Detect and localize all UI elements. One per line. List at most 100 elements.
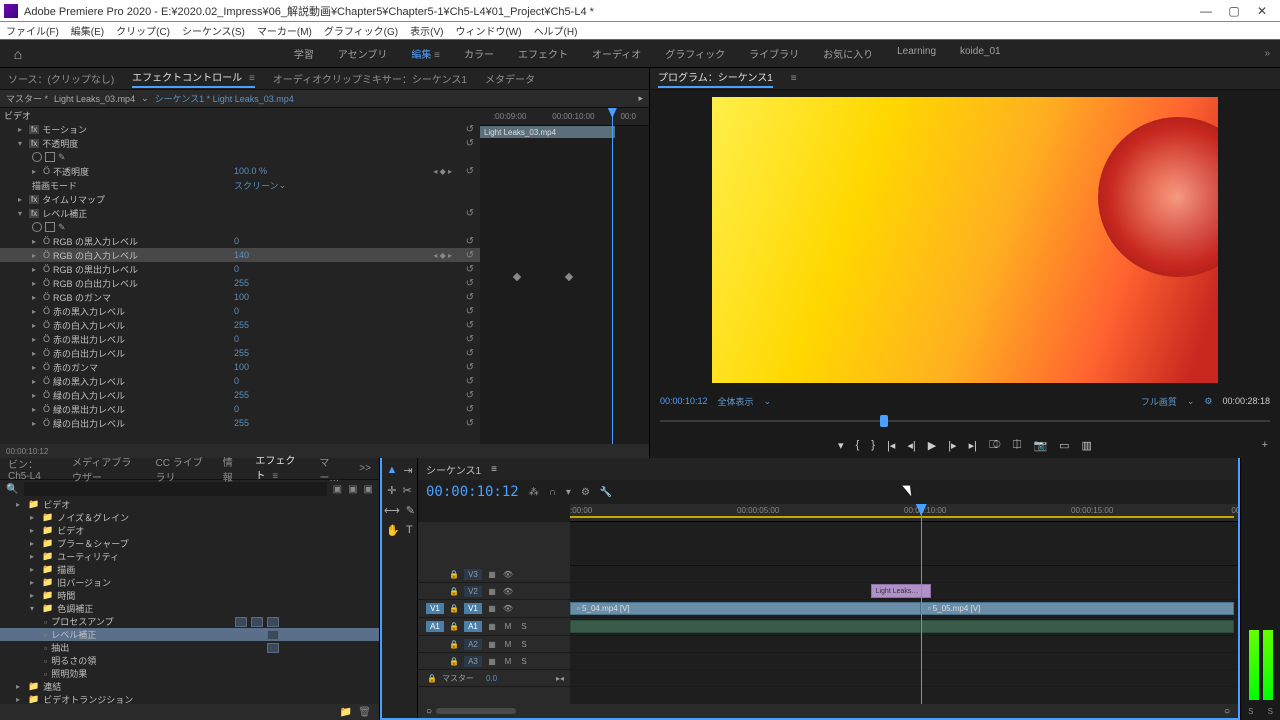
source-panel-tabs[interactable]: ソース：(クリップなし) エフェクトコントロール ≡ オーディオクリップミキサー：シ… bbox=[0, 68, 649, 90]
panel-menu-icon[interactable]: ≡ bbox=[491, 464, 497, 475]
scrubbar-playhead[interactable] bbox=[880, 415, 888, 427]
quality-dropdown[interactable]: フル画質 bbox=[1141, 395, 1177, 408]
pen-tool-icon[interactable]: ✎ bbox=[406, 504, 415, 517]
panel-tab[interactable]: CC ライブラリ bbox=[155, 454, 204, 484]
add-button-icon[interactable]: + bbox=[1262, 439, 1268, 451]
effect-property-row[interactable]: ▸fxモーション↺ bbox=[0, 122, 480, 136]
close-button[interactable]: ✕ bbox=[1248, 1, 1276, 21]
timeline-clip[interactable]: ▫ 5_04.mp4 [V] bbox=[570, 602, 921, 615]
settings-icon[interactable]: ⚙ bbox=[581, 487, 590, 498]
effect-property-row[interactable]: ビデオ bbox=[0, 108, 480, 122]
effect-property-row[interactable]: ▸Ö赤のガンマ100↺ bbox=[0, 360, 480, 374]
workspace-tab[interactable]: エフェクト bbox=[518, 46, 568, 61]
ripple-tool-icon[interactable]: ✛ bbox=[387, 484, 396, 497]
workspace-tab[interactable]: グラフィック bbox=[665, 46, 725, 61]
transport-controls[interactable]: ▾ { } |◂ ◂| ▶ |▸ ▸| ⎄ ⎅ 📷 ▭ ▥ + bbox=[650, 432, 1280, 458]
new-bin-icon[interactable]: 📁 bbox=[340, 707, 352, 718]
slip-tool-icon[interactable]: ⟷ bbox=[384, 504, 400, 517]
effect-property-row[interactable]: ▸Ö緑の黒出力レベル0↺ bbox=[0, 402, 480, 416]
effect-property-row[interactable]: ▸Ö赤の黒入力レベル0↺ bbox=[0, 304, 480, 318]
panel-tab[interactable]: >> bbox=[359, 463, 371, 474]
workspace-tab[interactable]: 学習 bbox=[294, 46, 314, 61]
timeline-clip[interactable]: ▫ 5_05.mp4 [V] bbox=[921, 602, 1234, 615]
goto-out-icon[interactable]: ▸| bbox=[969, 439, 977, 452]
track-header-row[interactable]: 🔒A3▦MS bbox=[418, 653, 570, 670]
effect-property-row[interactable]: ▸ÖRGB の白入力レベル140◂ ◆ ▸↺ bbox=[0, 248, 480, 262]
effect-mini-timeline[interactable]: :00:09:0000:00:10:0000:0 Light Leaks_03.… bbox=[480, 108, 649, 444]
fx-badge-icon[interactable]: ▣ bbox=[333, 484, 342, 495]
track-header-row[interactable]: 🔒V3▦👁 bbox=[418, 566, 570, 583]
minimize-button[interactable]: — bbox=[1192, 1, 1220, 21]
export-frame-icon[interactable]: 📷 bbox=[1033, 439, 1047, 452]
panel-tab[interactable]: エフェクトコントロール ≡ bbox=[132, 69, 255, 88]
menu-item[interactable]: 表示(V) bbox=[410, 23, 443, 38]
panel-tab[interactable]: 情報 bbox=[223, 454, 238, 484]
mark-out-button[interactable]: } bbox=[871, 439, 875, 451]
timeline-tools[interactable]: ▲⇥ ✛✂ ⟷✎ ✋T bbox=[382, 458, 418, 718]
panel-tab[interactable]: メタデータ bbox=[485, 71, 535, 86]
effect-property-row[interactable]: ▸ÖRGB の白出力レベル255↺ bbox=[0, 276, 480, 290]
track-lane[interactable] bbox=[570, 566, 1238, 583]
effects-tree-item[interactable]: ▫照明効果 bbox=[0, 667, 379, 680]
master-clip[interactable]: Light Leaks_03.mp4 bbox=[54, 94, 135, 104]
mini-timeline-clip[interactable]: Light Leaks_03.mp4 bbox=[480, 126, 615, 138]
linked-selection-icon[interactable]: ∩ bbox=[549, 487, 556, 498]
effect-property-row[interactable]: ▸Ö赤の白入力レベル255↺ bbox=[0, 318, 480, 332]
effect-property-row[interactable]: ✎ bbox=[0, 150, 480, 164]
selection-tool-icon[interactable]: ▲ bbox=[386, 464, 397, 476]
effect-property-row[interactable]: ▾fx不透明度↺ bbox=[0, 136, 480, 150]
timeline-header[interactable]: シーケンス1 ≡ bbox=[418, 458, 1238, 480]
step-fwd-icon[interactable]: |▸ bbox=[948, 439, 956, 452]
panel-tab[interactable]: オーディオクリップミキサー：シーケンス1 bbox=[273, 71, 467, 86]
sequence-tab[interactable]: シーケンス1 bbox=[426, 462, 481, 477]
effect-property-row[interactable]: ▸Ö赤の黒出力レベル0↺ bbox=[0, 332, 480, 346]
effect-property-row[interactable]: ▸ÖRGB の黒出力レベル0↺ bbox=[0, 262, 480, 276]
sequence-link[interactable]: シーケンス1 * Light Leaks_03.mp4 bbox=[155, 92, 294, 105]
effects-tree-item[interactable]: ▸📁連結 bbox=[0, 680, 379, 693]
workspace-tab[interactable]: アセンブリ bbox=[338, 46, 388, 61]
panel-tab[interactable]: ビン：Ch5-L4 bbox=[8, 456, 54, 482]
track-lane[interactable] bbox=[570, 618, 1238, 636]
menu-item[interactable]: ファイル(F) bbox=[6, 23, 59, 38]
menu-item[interactable]: 編集(E) bbox=[71, 23, 104, 38]
workspace-tab[interactable]: オーディオ bbox=[592, 46, 641, 61]
track-lane[interactable] bbox=[570, 670, 1238, 687]
menu-item[interactable]: ウィンドウ(W) bbox=[455, 23, 521, 38]
lift-icon[interactable]: ⎄ bbox=[989, 439, 1001, 452]
fx-badge-icon[interactable]: ▣ bbox=[364, 484, 373, 495]
timeline-playhead[interactable] bbox=[921, 504, 922, 704]
wrench-icon[interactable]: 🔧 bbox=[600, 487, 612, 498]
effects-tree-item[interactable]: ▫抽出 bbox=[0, 641, 379, 654]
menu-item[interactable]: シーケンス(S) bbox=[182, 23, 245, 38]
menu-item[interactable]: クリップ(C) bbox=[116, 23, 170, 38]
effects-tree-item[interactable]: ▸📁ノイズ＆グレイン bbox=[0, 511, 379, 524]
track-header-row[interactable]: 🔒V2▦👁 bbox=[418, 583, 570, 600]
timeline-zoom-bar[interactable]: ○○ bbox=[418, 704, 1238, 718]
project-panel-tabs[interactable]: ビン：Ch5-L4メディアブラウザーCC ライブラリ情報エフェクト ≡マー…>> bbox=[0, 458, 379, 480]
maximize-button[interactable]: ▢ bbox=[1220, 1, 1248, 21]
effects-tree-item[interactable]: ▫明るさの領 bbox=[0, 654, 379, 667]
marker-icon[interactable]: ▾ bbox=[566, 487, 571, 498]
effects-tree-item[interactable]: ▸📁ユーティリティ bbox=[0, 550, 379, 563]
effects-tree-item[interactable]: ▸📁ビデオ bbox=[0, 524, 379, 537]
play-icon[interactable]: ▶ bbox=[928, 439, 936, 452]
play-icon[interactable]: ▸ bbox=[638, 93, 643, 104]
settings-icon[interactable]: ⚙ bbox=[1204, 396, 1212, 407]
keyframe-icon[interactable] bbox=[565, 273, 573, 281]
effect-property-row[interactable]: ▸Ö不透明度100.0 %◂ ◆ ▸↺ bbox=[0, 164, 480, 178]
program-timecode[interactable]: 00:00:10:12 bbox=[660, 396, 708, 406]
track-lane[interactable]: Light Leaks… bbox=[570, 583, 1238, 600]
timeline-clip[interactable] bbox=[570, 620, 921, 633]
program-panel-tabs[interactable]: プログラム：シーケンス1 ≡ bbox=[650, 68, 1280, 90]
panel-tab[interactable]: マー… bbox=[319, 454, 341, 484]
keyframe-icon[interactable] bbox=[513, 273, 521, 281]
panel-tab[interactable]: ソース：(クリップなし) bbox=[8, 71, 114, 86]
effect-property-row[interactable]: ▸Ö緑の黒入力レベル0↺ bbox=[0, 374, 480, 388]
track-lane[interactable] bbox=[570, 653, 1238, 670]
menu-item[interactable]: マーカー(M) bbox=[257, 23, 312, 38]
effect-property-row[interactable]: ▸fxタイムリマップ bbox=[0, 192, 480, 206]
program-monitor[interactable] bbox=[650, 90, 1280, 390]
panel-tab[interactable]: メディアブラウザー bbox=[72, 454, 137, 484]
dropdown-icon[interactable]: ⌄ bbox=[141, 93, 149, 104]
extract-icon[interactable]: ⎅ bbox=[1013, 439, 1022, 452]
